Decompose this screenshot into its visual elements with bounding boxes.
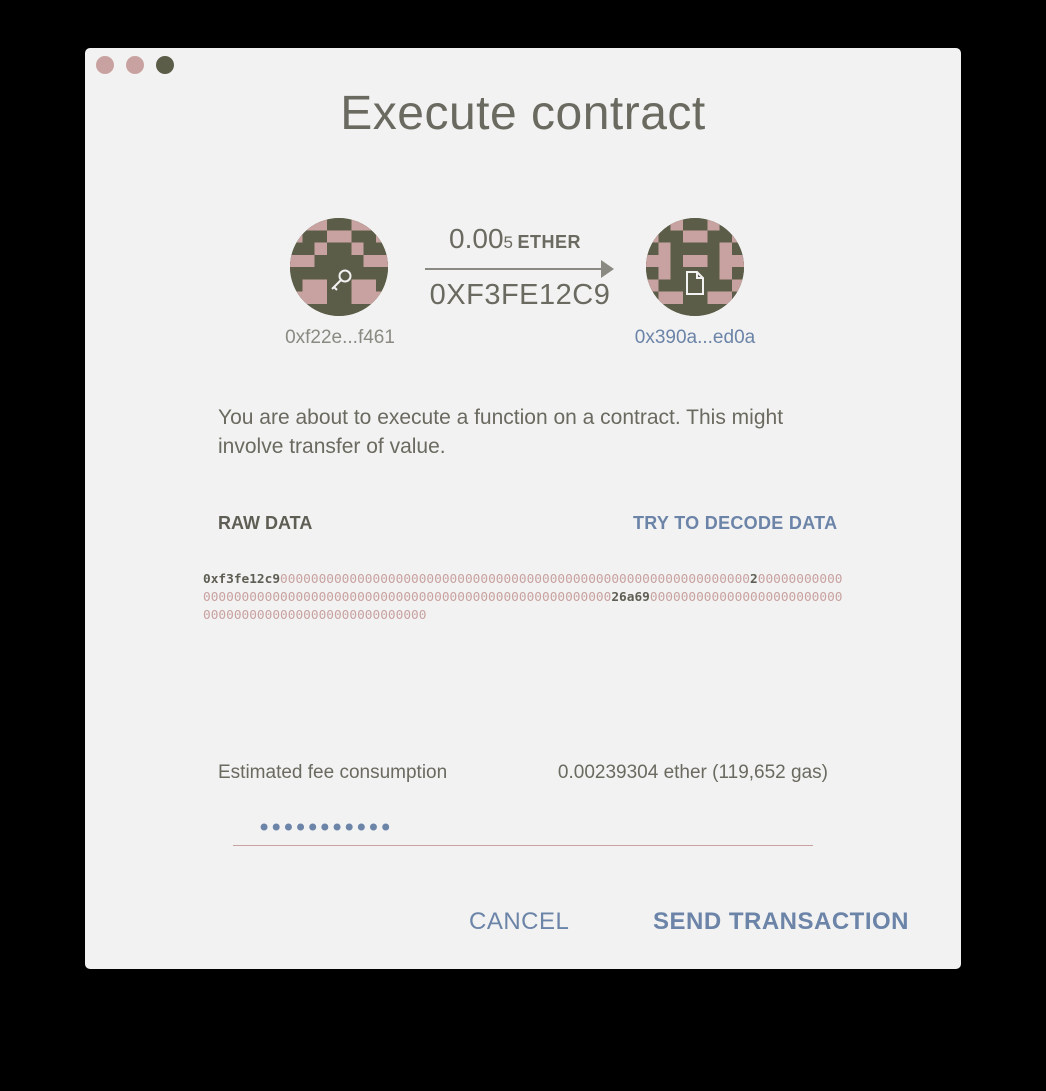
arrow-head-icon [601, 260, 614, 278]
decode-data-link[interactable]: TRY TO DECODE DATA [633, 513, 837, 534]
fee-value: 0.00239304 ether (119,652 gas) [557, 762, 828, 783]
function-selector: 0xf3fe12c9 [203, 572, 281, 587]
from-address: 0xf22e...f461 [285, 327, 395, 348]
fee-label: Estimated fee consumption [218, 762, 448, 783]
transfer-amount: 0.005 ETHER [449, 223, 581, 254]
raw-data-label: RAW DATA [218, 513, 313, 533]
transfer-arrow [425, 268, 603, 270]
cancel-button[interactable]: CANCEL [469, 908, 569, 936]
contract-address-link[interactable]: 0x390a...ed0a [620, 327, 770, 349]
contract-identicon [646, 218, 744, 316]
window-controls [96, 56, 174, 74]
document-icon [686, 271, 704, 295]
page-title: Execute contract [340, 87, 706, 140]
maximize-window-button[interactable] [156, 56, 174, 74]
close-window-button[interactable] [96, 56, 114, 74]
from-account-identicon [290, 218, 388, 316]
warning-description: You are about to execute a function on a… [218, 406, 784, 458]
currency-unit: ETHER [517, 232, 581, 252]
function-name: 0XF3FE12C9 [429, 279, 611, 311]
execute-contract-window: Execute contract 0xf22e...f461 0.005 ETH… [85, 48, 961, 969]
raw-data-block: 0xf3fe12c9000000000000000000000000000000… [203, 572, 843, 623]
minimize-window-button[interactable] [126, 56, 144, 74]
password-input[interactable] [233, 810, 813, 846]
send-transaction-button[interactable]: SEND TRANSACTION [653, 908, 909, 936]
key-icon [331, 269, 352, 291]
